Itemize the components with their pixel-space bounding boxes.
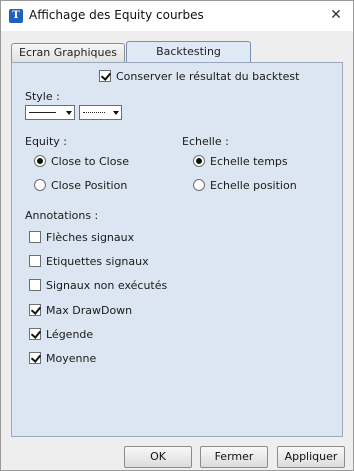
echelle-label: Echelle : bbox=[182, 135, 229, 148]
radio-button[interactable] bbox=[34, 155, 46, 167]
checkbox-label: Moyenne bbox=[46, 351, 97, 365]
checkbox-label: Etiquettes signaux bbox=[46, 254, 149, 268]
checkbox[interactable] bbox=[29, 231, 41, 243]
annotations-label: Annotations : bbox=[25, 209, 99, 222]
keep-result-checkbox-row[interactable]: Conserver le résultat du backtest bbox=[99, 69, 299, 83]
close-button[interactable]: Fermer bbox=[200, 446, 268, 468]
annotation-signaux-non-executes[interactable]: Signaux non exécutés bbox=[29, 278, 167, 292]
echelle-option-position[interactable]: Echelle position bbox=[193, 178, 297, 192]
checkbox[interactable] bbox=[29, 328, 41, 340]
apply-button[interactable]: Appliquer bbox=[277, 446, 345, 468]
checkbox-label: Max DrawDown bbox=[46, 303, 133, 317]
tab-ecran-graphiques[interactable]: Ecran Graphiques bbox=[11, 43, 125, 62]
close-icon[interactable]: ✕ bbox=[327, 6, 345, 24]
equity-option-close-to-close[interactable]: Close to Close bbox=[34, 154, 129, 168]
dash-style-select[interactable] bbox=[79, 105, 122, 120]
radio-button[interactable] bbox=[193, 155, 205, 167]
line-style-dotted-icon bbox=[83, 112, 105, 113]
annotation-moyenne[interactable]: Moyenne bbox=[29, 351, 96, 365]
app-icon: T bbox=[9, 9, 23, 23]
title-bar[interactable]: T Affichage des Equity courbes ✕ bbox=[1, 1, 353, 31]
keep-result-checkbox[interactable] bbox=[99, 70, 111, 82]
checkbox[interactable] bbox=[29, 304, 41, 316]
annotation-etiquettes-signaux[interactable]: Etiquettes signaux bbox=[29, 254, 149, 268]
style-label: Style : bbox=[25, 90, 60, 103]
checkbox-label: Légende bbox=[46, 327, 94, 341]
annotation-max-drawdown[interactable]: Max DrawDown bbox=[29, 303, 132, 317]
radio-label: Close Position bbox=[51, 178, 128, 192]
tab-panel: Conserver le résultat du backtest Style … bbox=[11, 62, 343, 437]
checkbox[interactable] bbox=[29, 255, 41, 267]
ok-button[interactable]: OK bbox=[124, 446, 192, 468]
chevron-down-icon bbox=[113, 111, 119, 115]
echelle-option-temps[interactable]: Echelle temps bbox=[193, 154, 288, 168]
radio-label: Echelle temps bbox=[210, 154, 288, 168]
equity-option-close-position[interactable]: Close Position bbox=[34, 178, 127, 192]
radio-label: Echelle position bbox=[210, 178, 297, 192]
tab-strip: Ecran Graphiques Backtesting stratégies bbox=[11, 41, 341, 78]
annotation-fleches-signaux[interactable]: Flèches signaux bbox=[29, 230, 134, 244]
radio-button[interactable] bbox=[193, 179, 205, 191]
line-style-solid-icon bbox=[29, 112, 56, 113]
tab-backtesting-strategies[interactable]: Backtesting stratégies bbox=[126, 41, 251, 78]
radio-button[interactable] bbox=[34, 179, 46, 191]
checkbox[interactable] bbox=[29, 279, 41, 291]
keep-result-label: Conserver le résultat du backtest bbox=[116, 69, 300, 83]
checkbox[interactable] bbox=[29, 352, 41, 364]
window-title: Affichage des Equity courbes bbox=[29, 8, 204, 22]
checkbox-label: Flèches signaux bbox=[46, 230, 135, 244]
chevron-down-icon bbox=[66, 111, 72, 115]
dialog-window: T Affichage des Equity courbes ✕ Ecran G… bbox=[0, 0, 354, 471]
equity-label: Equity : bbox=[25, 135, 67, 148]
line-style-select[interactable] bbox=[25, 105, 75, 120]
annotation-legende[interactable]: Légende bbox=[29, 327, 93, 341]
checkbox-label: Signaux non exécutés bbox=[46, 278, 168, 292]
radio-label: Close to Close bbox=[51, 154, 129, 168]
